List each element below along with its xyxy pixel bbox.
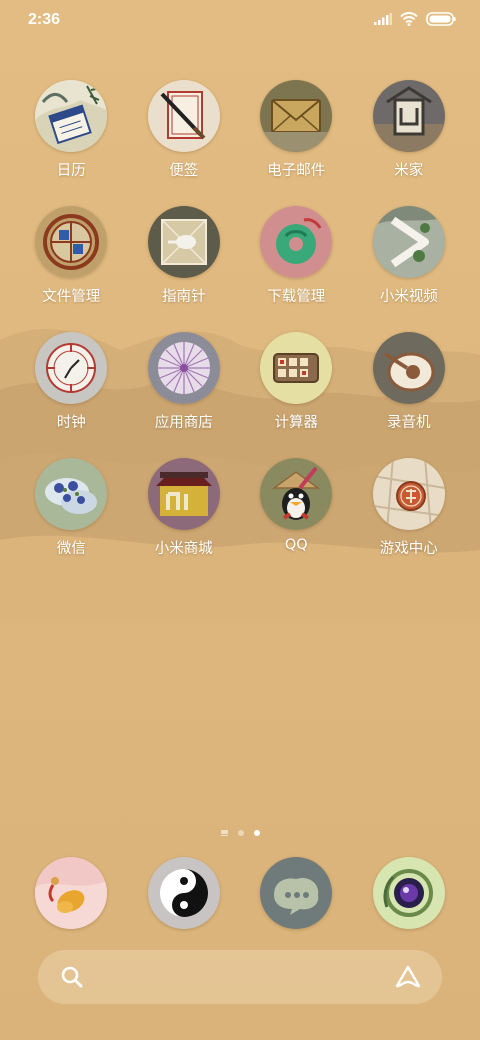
app-label: 微信 bbox=[56, 541, 86, 557]
email-icon[interactable] bbox=[260, 80, 333, 152]
status-bar: 2:36 bbox=[0, 0, 480, 44]
app-recorder[interactable]: 录音机 bbox=[353, 332, 466, 458]
dock-phone[interactable] bbox=[15, 857, 128, 929]
app-label: 日历 bbox=[56, 163, 86, 179]
assistant-icon[interactable] bbox=[394, 964, 422, 990]
messages-icon[interactable] bbox=[260, 857, 333, 929]
recorder-icon[interactable] bbox=[372, 332, 445, 404]
page-indicator-feed[interactable] bbox=[220, 830, 228, 836]
app-mijia[interactable]: 米家 bbox=[353, 80, 466, 206]
status-time: 2:36 bbox=[28, 11, 61, 28]
file-manager-icon[interactable] bbox=[35, 206, 108, 278]
app-label: 便签 bbox=[169, 163, 199, 179]
app-compass[interactable]: 指南针 bbox=[128, 206, 241, 332]
dock-camera[interactable] bbox=[353, 857, 466, 929]
calculator-icon[interactable] bbox=[260, 332, 333, 404]
app-label: 时钟 bbox=[56, 415, 86, 431]
app-label: 下载管理 bbox=[267, 289, 326, 305]
app-video[interactable]: 小米视频 bbox=[353, 206, 466, 332]
calendar-icon[interactable] bbox=[35, 80, 108, 152]
clock-icon[interactable] bbox=[35, 332, 108, 404]
app-label: 文件管理 bbox=[42, 289, 101, 305]
dock bbox=[15, 857, 465, 929]
notes-icon[interactable] bbox=[147, 80, 220, 152]
page-indicator bbox=[0, 830, 480, 836]
app-label: 米家 bbox=[394, 163, 424, 179]
phone-icon[interactable] bbox=[35, 857, 108, 929]
page-indicator-dot[interactable] bbox=[237, 830, 244, 836]
app-download-manager[interactable]: 下载管理 bbox=[240, 206, 353, 332]
app-label: 电子邮件 bbox=[267, 163, 326, 179]
app-label: 小米商城 bbox=[154, 541, 213, 557]
dock-contacts[interactable] bbox=[128, 857, 241, 929]
wifi-icon bbox=[400, 12, 418, 26]
qq-icon[interactable] bbox=[260, 458, 333, 530]
app-label: 应用商店 bbox=[154, 415, 213, 431]
dock-messages[interactable] bbox=[240, 857, 353, 929]
app-label: 录音机 bbox=[387, 415, 431, 431]
mijia-icon[interactable] bbox=[372, 80, 445, 152]
app-qq[interactable]: QQ bbox=[240, 458, 353, 584]
search-icon[interactable] bbox=[60, 965, 84, 989]
app-label: 小米视频 bbox=[379, 289, 438, 305]
contacts-icon[interactable] bbox=[147, 857, 220, 929]
app-label: QQ bbox=[284, 537, 308, 553]
page-indicator-dot-active[interactable] bbox=[253, 830, 260, 836]
app-label: 指南针 bbox=[162, 289, 206, 305]
download-manager-icon[interactable] bbox=[260, 206, 333, 278]
wechat-icon[interactable] bbox=[35, 458, 108, 530]
app-mi-store[interactable]: 小米商城 bbox=[128, 458, 241, 584]
camera-icon[interactable] bbox=[372, 857, 445, 929]
signal-icon bbox=[374, 13, 392, 25]
app-file-manager[interactable]: 文件管理 bbox=[15, 206, 128, 332]
app-notes[interactable]: 便签 bbox=[128, 80, 241, 206]
mi-store-icon[interactable] bbox=[147, 458, 220, 530]
app-calculator[interactable]: 计算器 bbox=[240, 332, 353, 458]
app-email[interactable]: 电子邮件 bbox=[240, 80, 353, 206]
app-app-store[interactable]: 应用商店 bbox=[128, 332, 241, 458]
app-grid: 日历 便签 电子邮件 米家文件管理 指南针 下载管理 小米视频时钟 应用商店 计算器 录音机微信 小… bbox=[15, 80, 465, 584]
app-store-icon[interactable] bbox=[147, 332, 220, 404]
search-bar[interactable] bbox=[38, 950, 442, 1004]
app-label: 计算器 bbox=[274, 415, 319, 431]
app-calendar[interactable]: 日历 bbox=[15, 80, 128, 206]
app-clock[interactable]: 时钟 bbox=[15, 332, 128, 458]
app-game-center[interactable]: 游戏中心 bbox=[353, 458, 466, 584]
home-screen: 2:36 日历 便签 电子邮件 米家文件管理 指南针 下载管理 小米视频时钟 应用商店 计算器 录… bbox=[0, 0, 480, 1040]
video-icon[interactable] bbox=[372, 206, 445, 278]
app-wechat[interactable]: 微信 bbox=[15, 458, 128, 584]
battery-icon bbox=[426, 12, 456, 26]
compass-icon[interactable] bbox=[147, 206, 220, 278]
game-center-icon[interactable] bbox=[372, 458, 445, 530]
app-label: 游戏中心 bbox=[379, 541, 438, 557]
